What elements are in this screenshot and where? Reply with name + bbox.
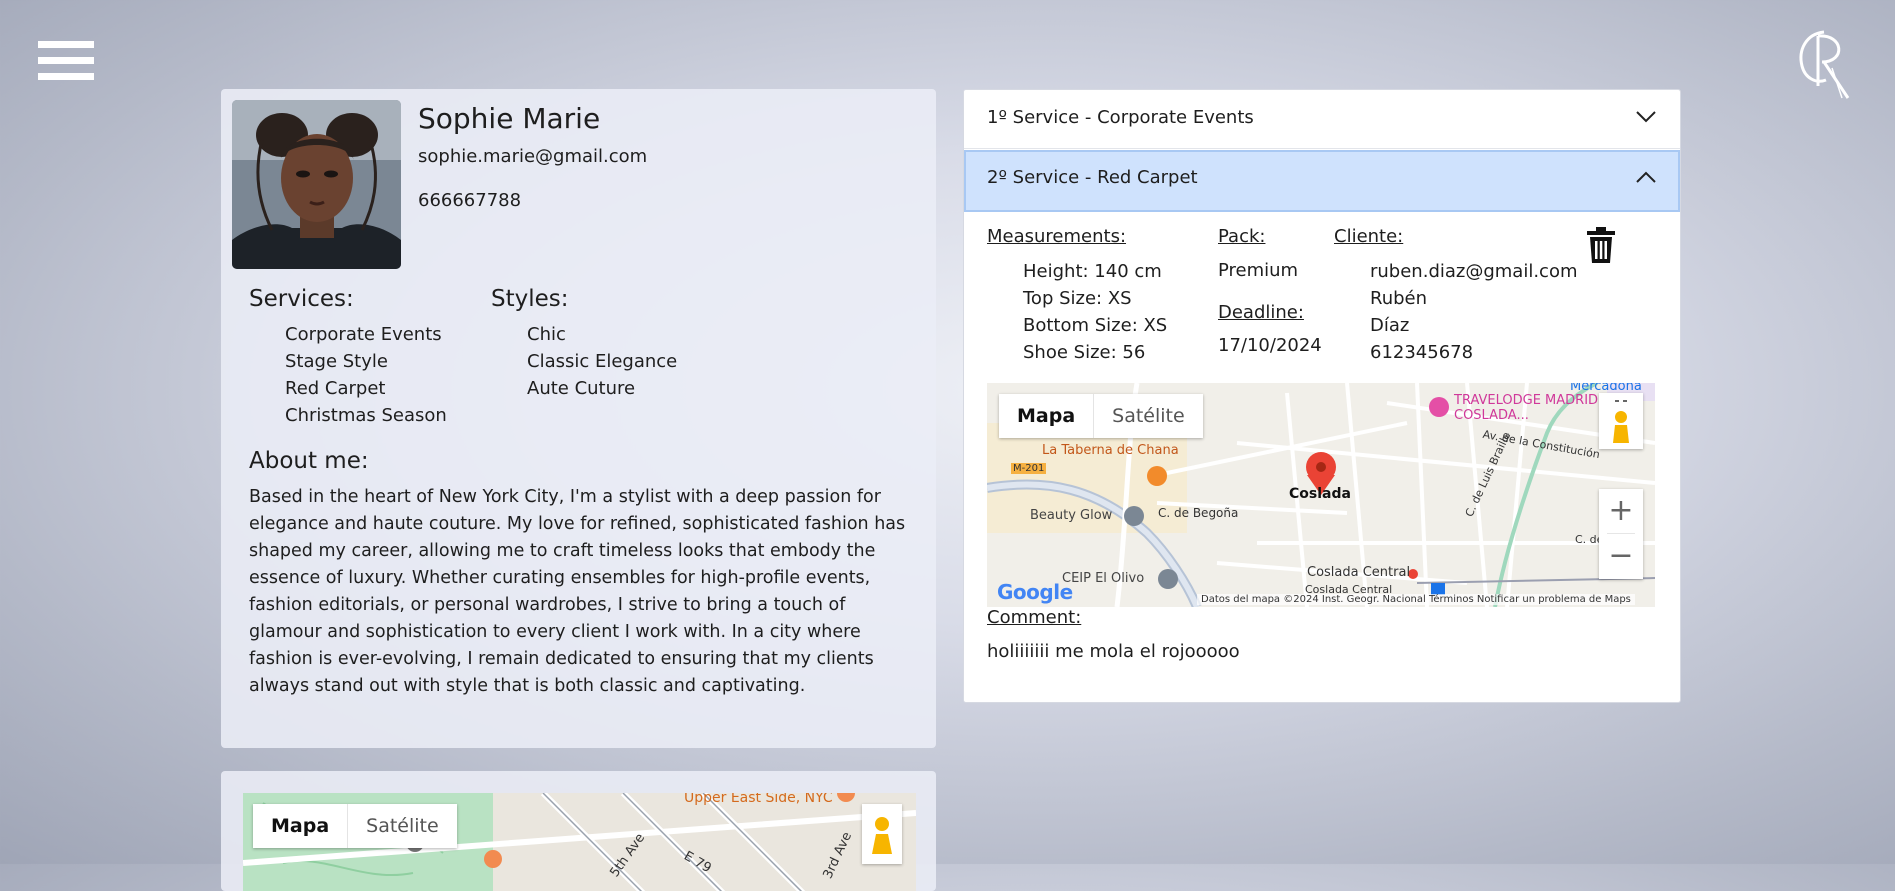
deadline-label: Deadline:	[1218, 302, 1304, 323]
client-email: ruben.diaz@gmail.com	[1370, 261, 1578, 282]
list-item: Bottom Size: XS	[1023, 315, 1168, 336]
zoom-out-button[interactable]: −	[1599, 534, 1643, 578]
profile-phone: 666667788	[418, 190, 522, 211]
list-item: Height: 140 cm	[1023, 261, 1162, 282]
google-logo: Google	[997, 580, 1073, 604]
street-view-pegman-icon[interactable]	[862, 804, 902, 864]
chevron-down-icon	[1636, 111, 1656, 123]
map-label: Beauty Glow	[1030, 508, 1113, 523]
styles-heading: Styles:	[491, 286, 569, 312]
profile-card: Sophie Marie sophie.marie@gmail.com 6666…	[221, 89, 936, 748]
list-item: Classic Elegance	[527, 351, 678, 372]
map-label: C. de Begoña	[1158, 506, 1239, 520]
profile-email: sophie.marie@gmail.com	[418, 146, 648, 167]
map-label: Coslada	[1289, 486, 1351, 502]
map-label: La Taberna de Chana	[1042, 443, 1179, 458]
map-type-map-button[interactable]: Mapa	[999, 394, 1095, 438]
about-text: Based in the heart of New York City, I'm…	[249, 487, 906, 696]
client-first-name: Rubén	[1370, 288, 1428, 309]
map-label: M-201	[1011, 463, 1047, 474]
map-label: Upper East Side, NYC	[684, 793, 833, 806]
client-phone: 612345678	[1370, 342, 1474, 363]
map-type-satellite-button[interactable]: Satélite	[1094, 394, 1203, 438]
pack-label: Pack:	[1218, 226, 1266, 247]
service-map[interactable]: Mercadona TRAVELODGE MADRID COSLADA... L…	[987, 383, 1655, 607]
map-type-map-button[interactable]: Mapa	[253, 804, 349, 848]
deadline-value: 17/10/2024	[1218, 335, 1322, 356]
accordion-header-service-2[interactable]: 2º Service - Red Carpet	[964, 150, 1680, 212]
trash-icon[interactable]	[1587, 227, 1615, 263]
chevron-up-icon	[1636, 171, 1656, 183]
comment-label: Comment:	[987, 607, 1082, 628]
brand-logo	[1799, 30, 1850, 99]
comment-value: holiiiiiii me mola el rojooooo	[987, 641, 1240, 662]
about-heading: About me:	[249, 448, 369, 474]
list-item: Red Carpet	[285, 378, 386, 399]
measurements-list: Height: 140 cm Top Size: XS Bottom Size:…	[1023, 258, 1167, 366]
measurements-label: Measurements:	[987, 226, 1127, 247]
map-attribution[interactable]: Datos del mapa ©2024 Inst. Geogr. Nacion…	[1197, 594, 1635, 605]
accordion-header-service-1[interactable]: 1º Service - Corporate Events	[964, 90, 1680, 149]
list-item: Stage Style	[285, 351, 388, 372]
profile-name: Sophie Marie	[418, 102, 601, 135]
list-item: Chic	[527, 324, 566, 345]
services-list: Corporate Events Stage Style Red Carpet …	[285, 321, 447, 429]
list-item: Aute Cuture	[527, 378, 636, 399]
pack-value: Premium	[1218, 260, 1299, 281]
client-list: ruben.diaz@gmail.com Rubén Díaz 61234567…	[1370, 258, 1578, 366]
zoom-control: + −	[1599, 489, 1643, 579]
styles-list: Chic Classic Elegance Aute Cuture	[527, 321, 677, 402]
accordion-title: 2º Service - Red Carpet	[987, 167, 1198, 188]
list-item: Shoe Size: 56	[1023, 342, 1146, 363]
avatar	[232, 100, 401, 269]
map-type-control: Mapa Satélite	[999, 394, 1203, 438]
profile-map-card: Upper East Side, NYC 5th Ave 3rd Ave E 7…	[221, 771, 936, 891]
map-label: Coslada Central	[1307, 565, 1411, 580]
services-heading: Services:	[249, 286, 354, 312]
map-label: TRAVELODGE MADRID COSLADA...	[1454, 393, 1599, 423]
client-label: Cliente:	[1334, 226, 1404, 247]
street-view-pegman-icon[interactable]	[1599, 393, 1643, 449]
map-label: CEIP El Olivo	[1062, 571, 1145, 586]
list-item: Top Size: XS	[1023, 288, 1132, 309]
map-type-satellite-button[interactable]: Satélite	[348, 804, 457, 848]
zoom-in-button[interactable]: +	[1599, 489, 1643, 533]
list-item: Christmas Season	[285, 405, 447, 426]
map-type-control: Mapa Satélite	[253, 804, 457, 848]
profile-map[interactable]: Upper East Side, NYC 5th Ave 3rd Ave E 7…	[243, 793, 916, 891]
services-accordion: 1º Service - Corporate Events 2º Service…	[963, 89, 1681, 703]
list-item: Corporate Events	[285, 324, 442, 345]
menu-icon[interactable]	[38, 41, 94, 85]
accordion-title: 1º Service - Corporate Events	[987, 107, 1254, 128]
client-last-name: Díaz	[1370, 315, 1410, 336]
